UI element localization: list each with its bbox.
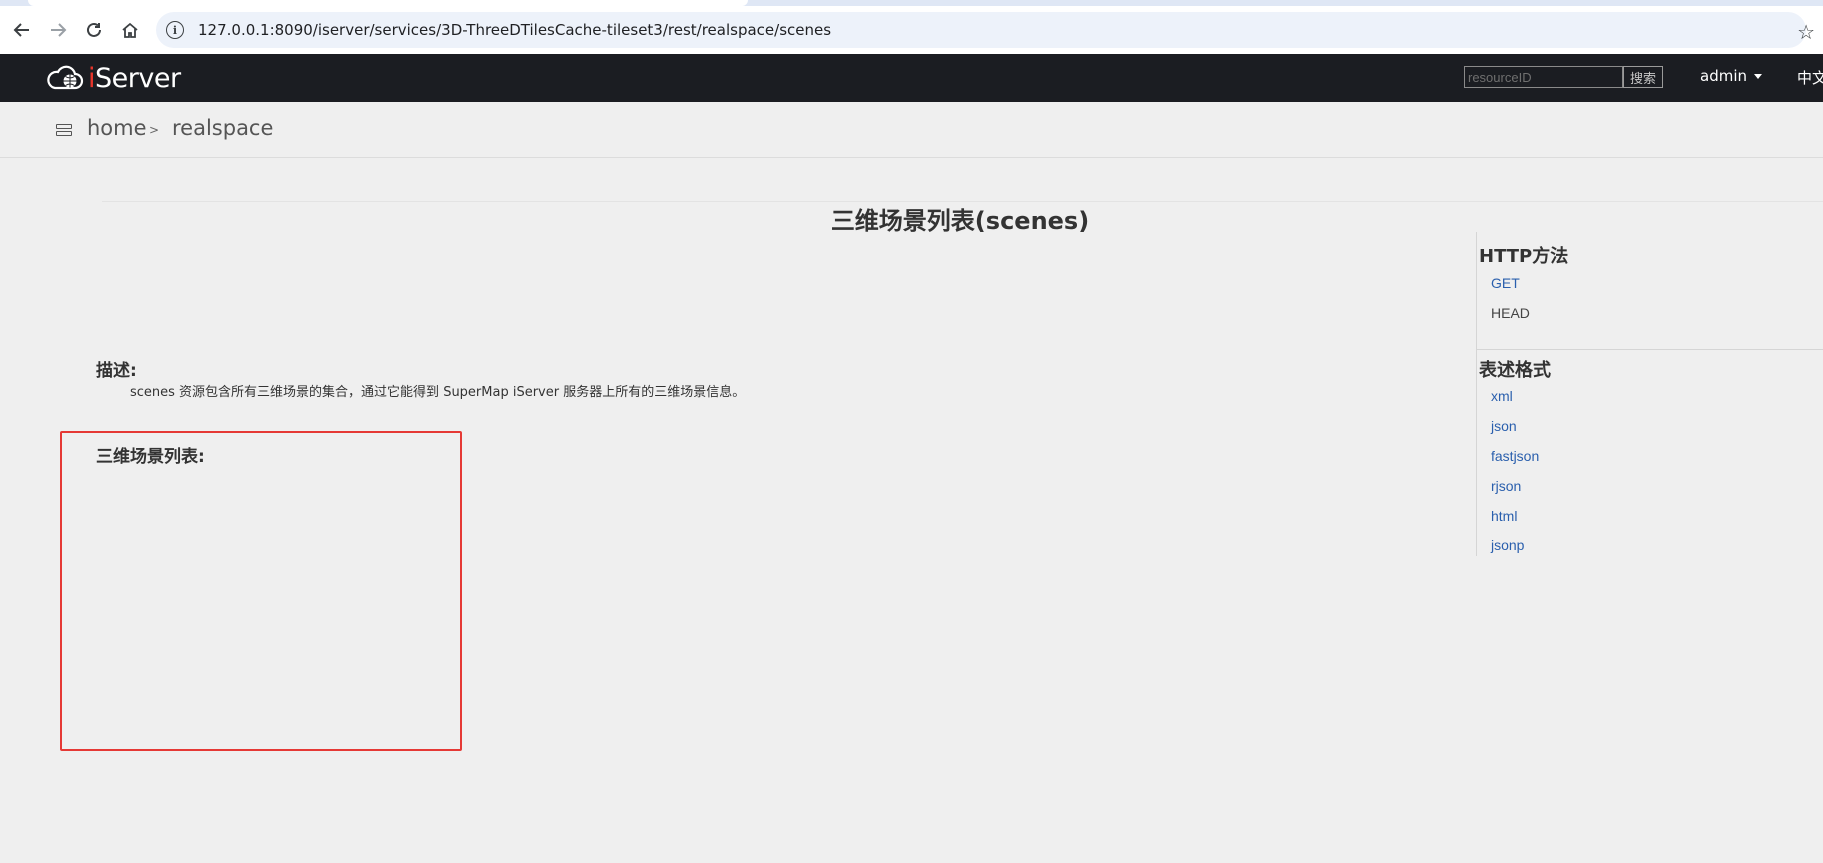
arrow-left-icon — [13, 23, 29, 37]
http-method-get[interactable]: GET — [1491, 275, 1520, 291]
forward-button[interactable] — [40, 12, 76, 48]
logo-text: iServer — [88, 62, 181, 94]
http-method-head: HEAD — [1491, 305, 1530, 321]
scene-list-heading: 三维场景列表: — [96, 447, 205, 467]
format-link-fastjson[interactable]: fastjson — [1491, 448, 1539, 464]
format-link-xml[interactable]: xml — [1491, 388, 1513, 404]
arrow-right-icon — [51, 23, 67, 37]
breadcrumb-home[interactable]: home — [87, 116, 147, 140]
description-text: scenes 资源包含所有三维场景的集合，通过它能得到 SuperMap iSe… — [130, 385, 746, 400]
format-link-jsonp[interactable]: jsonp — [1491, 537, 1524, 553]
reload-icon — [87, 22, 101, 37]
format-link-json[interactable]: json — [1491, 418, 1517, 434]
address-url[interactable]: 127.0.0.1:8090/iserver/services/3D-Three… — [198, 21, 831, 39]
side-panel: HTTP方法 GET HEAD 表述格式 xml json fastjson r… — [1476, 232, 1823, 556]
caret-down-icon — [1754, 73, 1762, 79]
breadcrumb: home > realspace — [0, 102, 1823, 158]
reload-button[interactable] — [76, 12, 112, 48]
highlight-annotation-box — [60, 431, 462, 751]
home-icon — [122, 22, 138, 38]
format-link-rjson[interactable]: rjson — [1491, 478, 1521, 494]
formats-heading: 表述格式 — [1479, 360, 1551, 381]
address-bar[interactable]: i 127.0.0.1:8090/iserver/services/3D-Thr… — [156, 12, 1806, 48]
bookmark-star-icon[interactable]: ☆ — [1797, 20, 1815, 44]
browser-toolbar: i 127.0.0.1:8090/iserver/services/3D-Thr… — [0, 6, 1823, 54]
back-button[interactable] — [4, 12, 40, 48]
description-heading: 描述: — [96, 361, 137, 381]
breadcrumb-separator: > — [149, 123, 160, 137]
app-header: iServer 搜索 admin 中文 — [0, 54, 1823, 102]
search-button[interactable]: 搜索 — [1623, 66, 1663, 88]
site-info-icon[interactable]: i — [166, 21, 184, 39]
home-button[interactable] — [112, 12, 148, 48]
user-menu[interactable]: admin — [1700, 67, 1762, 85]
http-methods-heading: HTTP方法 — [1479, 246, 1569, 267]
language-menu[interactable]: 中文 — [1797, 67, 1823, 88]
side-divider — [1477, 349, 1823, 350]
format-link-html[interactable]: html — [1491, 508, 1517, 524]
page-title: 三维场景列表(scenes) — [830, 207, 1090, 235]
user-name: admin — [1700, 67, 1747, 85]
iserver-logo[interactable]: iServer — [46, 60, 181, 96]
server-list-icon — [56, 124, 72, 138]
breadcrumb-current[interactable]: realspace — [172, 116, 273, 140]
resource-search-input[interactable] — [1464, 66, 1623, 88]
cloud-globe-icon — [47, 65, 84, 90]
